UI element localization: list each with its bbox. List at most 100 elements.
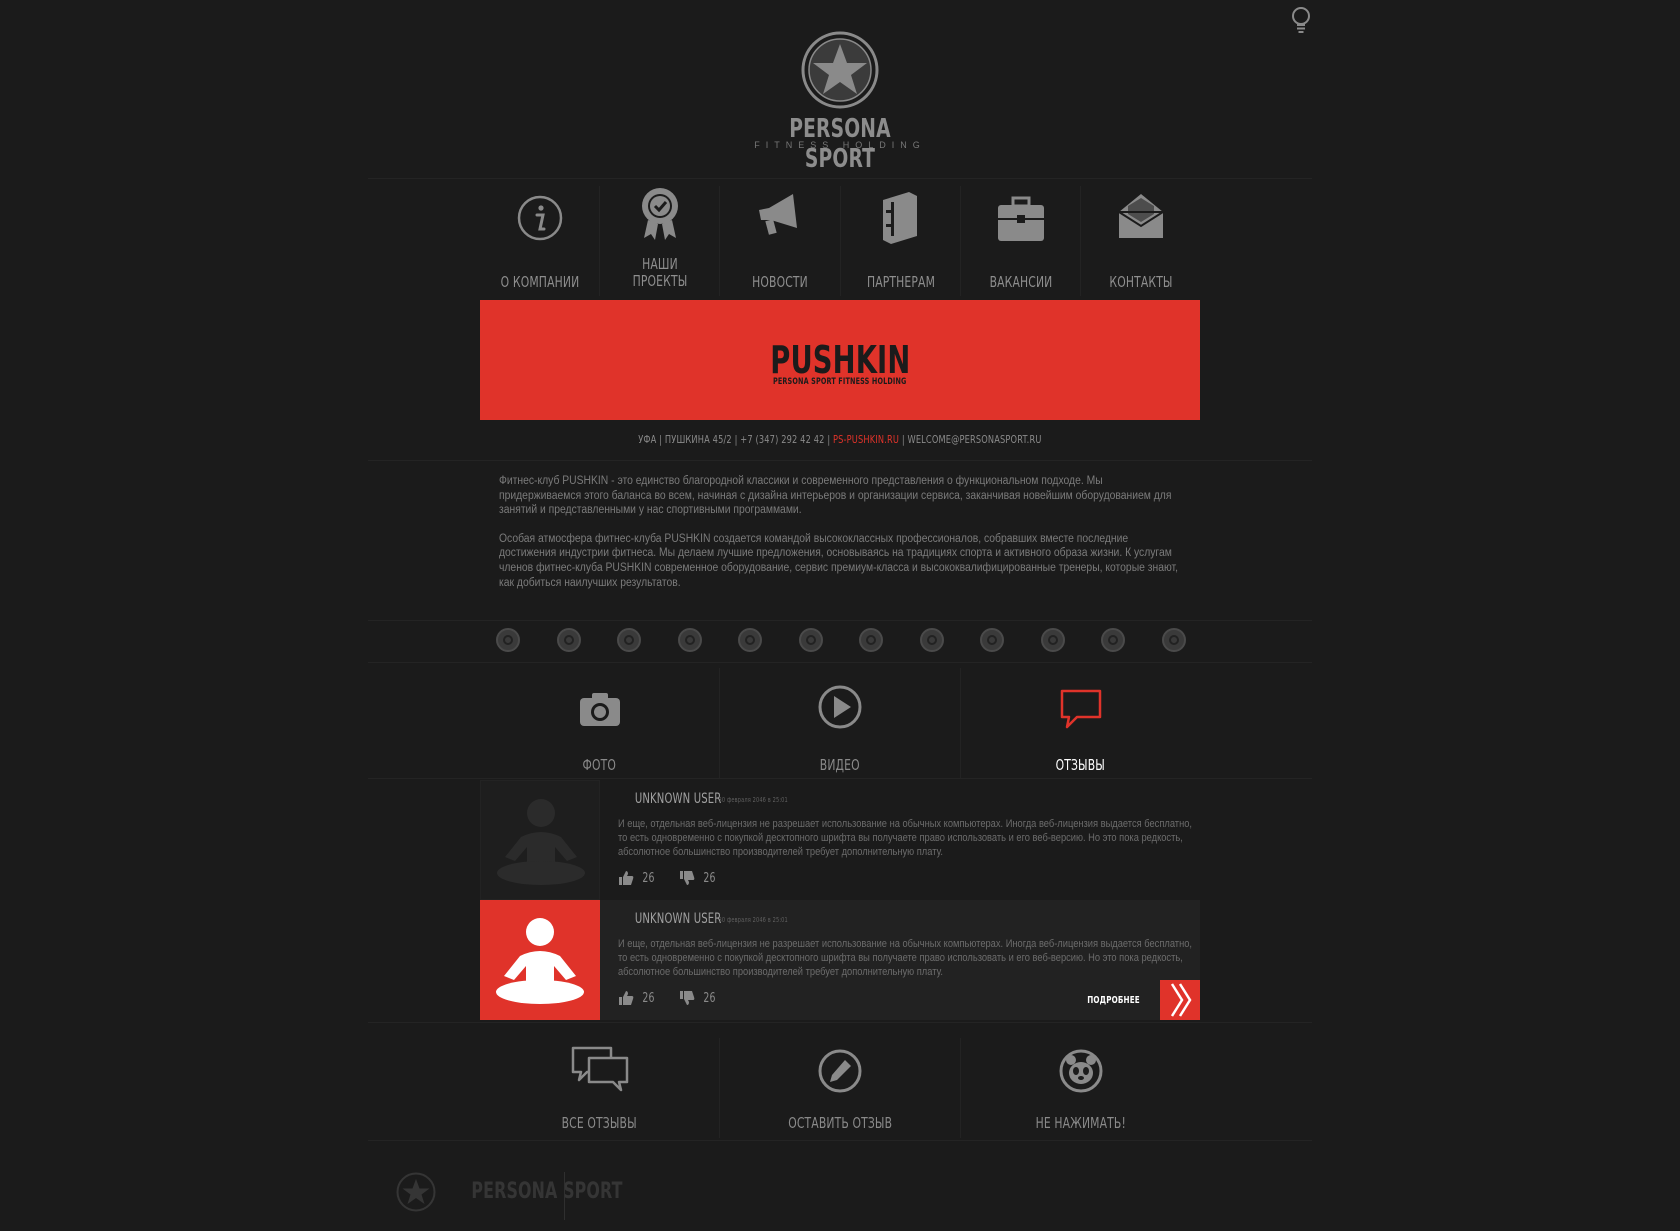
review-item: UNKNOWN USER 30 февраля 2046 в 25:01 И е…: [480, 900, 1200, 1020]
service-icon[interactable]: [1161, 628, 1186, 652]
tab-photo[interactable]: ФОТО: [480, 668, 721, 778]
thumbs-up-icon: [619, 871, 634, 885]
star-logo-icon: [801, 31, 879, 109]
megaphone-icon: [759, 194, 798, 235]
dislike-count: 26: [703, 990, 716, 1006]
nav-item-news[interactable]: НОВОСТИ: [720, 186, 841, 296]
award-icon: [642, 188, 679, 240]
email-text: | WELCOME@PERSONASPORT.RU: [899, 433, 1042, 446]
service-icon[interactable]: [738, 628, 763, 652]
divider: [368, 778, 1312, 779]
contact-line: УФА | ПУШКИНА 45/2 | +7 (347) 292 42 42 …: [480, 433, 1200, 446]
site-logo[interactable]: PERSONA SPORT FITNESS HOLDING: [754, 30, 920, 174]
review-date: 30 февраля 2046 в 25:01: [718, 916, 788, 924]
dislike-count: 26: [703, 870, 716, 886]
folder-icon: [882, 192, 917, 244]
nav-label: ПАРТНЕРАМ: [866, 273, 935, 291]
service-icons-row: [496, 628, 1186, 654]
thumbs-down-icon: [679, 991, 695, 1005]
club-banner[interactable]: PUSHKIN PERSONA SPORT FITNESS HOLDING: [480, 300, 1200, 420]
all-reviews-button[interactable]: ВСЕ ОТЗЫВЫ: [480, 1038, 721, 1138]
divider: [368, 1140, 1312, 1141]
speech-bubble-icon: [1060, 689, 1101, 729]
review-date: 30 февраля 2046 в 25:01: [718, 796, 788, 804]
nav-item-partners[interactable]: ПАРТНЕРАМ: [841, 186, 961, 296]
thumbs-down-icon: [679, 871, 695, 885]
brand-tagline: FITNESS HOLDING: [754, 140, 926, 150]
info-icon: [517, 195, 563, 241]
review-votes: 26 26: [618, 990, 718, 1006]
review-actions: ВСЕ ОТЗЫВЫ ОСТАВИТЬ ОТЗЫВ НЕ НАЖИМАТЬ!: [480, 1038, 1200, 1138]
tab-video[interactable]: ВИДЕО: [720, 668, 961, 778]
tab-label: ОТЗЫВЫ: [1055, 756, 1105, 774]
action-label: ВСЕ ОТЗЫВЫ: [562, 1114, 638, 1132]
like-button[interactable]: 26: [618, 990, 657, 1006]
about-text: Фитнес-клуб PUSHKIN - это единство благо…: [499, 474, 1179, 604]
envelope-icon: [1115, 194, 1166, 238]
lightbulb-icon[interactable]: [1290, 6, 1312, 36]
like-count: 26: [642, 870, 655, 886]
thumbs-up-icon: [619, 991, 634, 1005]
service-icon[interactable]: [556, 628, 581, 652]
tab-label: ФОТО: [582, 756, 617, 774]
nav-item-vacancies[interactable]: ВАКАНСИИ: [961, 186, 1081, 296]
star-logo-icon: [396, 1172, 436, 1212]
about-paragraph: Особая атмосфера фитнес-клуба PUSHKIN со…: [499, 532, 1178, 589]
service-icon[interactable]: [677, 628, 702, 652]
footer-divider: [564, 1172, 565, 1220]
like-button[interactable]: 26: [618, 870, 657, 886]
more-label: ПОДРОБНЕЕ: [1087, 994, 1140, 1006]
media-tabs: ФОТО ВИДЕО ОТЗЫВЫ: [480, 668, 1200, 778]
double-chevron-right-icon: [1170, 983, 1192, 1017]
nav-label: НОВОСТИ: [752, 273, 809, 291]
nav-label: КОНТАКТЫ: [1109, 273, 1173, 291]
meditation-user-icon: [496, 918, 584, 1004]
about-paragraph: Фитнес-клуб PUSHKIN - это единство благо…: [499, 475, 1172, 517]
review-votes: 26 26: [618, 870, 718, 886]
nav-label: ВАКАНСИИ: [989, 273, 1053, 291]
camera-icon: [580, 693, 620, 726]
divider: [368, 460, 1312, 461]
service-icon[interactable]: [496, 628, 520, 652]
dislike-button[interactable]: 26: [679, 870, 718, 886]
review-text: И еще, отдельная веб-лицензия не разреша…: [618, 818, 1193, 858]
nav-item-contacts[interactable]: КОНТАКТЫ: [1081, 186, 1200, 296]
main-navigation: О КОМПАНИИ НАШИ ПРОЕКТЫ НОВОСТИ ПАРТНЕРАМ: [480, 186, 1200, 296]
divider: [368, 662, 1312, 663]
site-link[interactable]: PS-PUSHKIN.RU: [833, 433, 899, 446]
play-icon: [818, 685, 862, 729]
action-label: НЕ НАЖИМАТЬ!: [1035, 1114, 1126, 1132]
footer-brand: PERSONA SPORT: [471, 1179, 623, 1204]
service-icon[interactable]: [1101, 628, 1126, 652]
do-not-press-button[interactable]: НЕ НАЖИМАТЬ!: [961, 1038, 1200, 1138]
leave-review-button[interactable]: ОСТАВИТЬ ОТЗЫВ: [720, 1038, 961, 1138]
avatar: [480, 780, 600, 900]
banner-subtitle: PERSONA SPORT FITNESS HOLDING: [773, 377, 907, 387]
dislike-button[interactable]: 26: [679, 990, 718, 1006]
tab-reviews[interactable]: ОТЗЫВЫ: [961, 668, 1200, 778]
more-arrow[interactable]: [1160, 980, 1200, 1020]
meditation-user-icon: [497, 799, 585, 885]
briefcase-icon: [997, 196, 1044, 241]
panda-icon: [1059, 1049, 1103, 1093]
service-icon[interactable]: [798, 628, 823, 652]
nav-label: НАШИ ПРОЕКТЫ: [632, 255, 688, 290]
footer-logo: PERSONA SPORT: [396, 1172, 796, 1222]
review-text: И еще, отдельная веб-лицензия не разреша…: [618, 938, 1193, 978]
action-label: ОСТАВИТЬ ОТЗЫВ: [788, 1114, 892, 1132]
more-button[interactable]: ПОДРОБНЕЕ: [1077, 980, 1200, 1020]
service-icon[interactable]: [980, 628, 1005, 652]
service-icon[interactable]: [859, 628, 884, 652]
service-icon[interactable]: [617, 628, 642, 652]
avatar: [480, 900, 600, 1020]
nav-label: О КОМПАНИИ: [500, 273, 580, 291]
nav-item-about[interactable]: О КОМПАНИИ: [480, 186, 601, 296]
service-icon[interactable]: [1040, 628, 1065, 652]
nav-item-projects[interactable]: НАШИ ПРОЕКТЫ: [600, 186, 721, 296]
divider: [368, 178, 1312, 179]
divider: [368, 1022, 1312, 1023]
divider: [368, 620, 1312, 621]
like-count: 26: [642, 990, 655, 1006]
service-icon[interactable]: [919, 628, 944, 652]
pencil-icon: [818, 1049, 862, 1093]
